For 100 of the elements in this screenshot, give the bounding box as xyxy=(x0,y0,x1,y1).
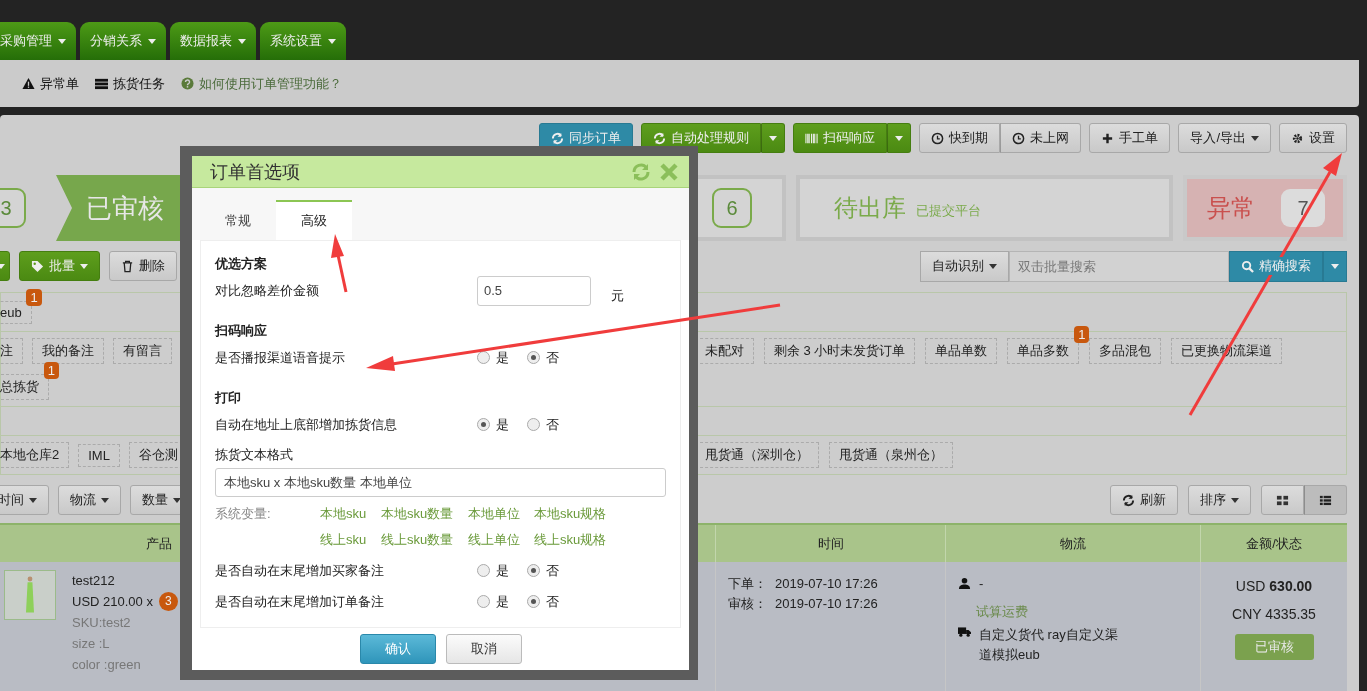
radio-option[interactable]: 否 xyxy=(527,592,559,611)
filter-tag[interactable]: 多品混包 xyxy=(1089,338,1162,364)
search-icon xyxy=(1241,259,1254,273)
radio-button[interactable] xyxy=(477,564,490,578)
variable-link[interactable]: 本地单位 xyxy=(468,505,534,524)
column-header: 金额/状态 xyxy=(1246,534,1302,553)
grid-icon xyxy=(1276,493,1289,507)
filter-tag[interactable]: 剩余 3 小时未发货订单 xyxy=(764,338,916,364)
column-header: 时间 xyxy=(817,534,844,553)
radio-button[interactable] xyxy=(477,595,490,609)
dialog-tab[interactable]: 常规 xyxy=(200,200,276,241)
filter-tag[interactable]: 本地仓库2 xyxy=(0,442,70,468)
subnav-link[interactable]: 异常单 xyxy=(22,74,79,93)
field-label: 是否播报渠道语音提示 xyxy=(215,348,346,367)
filter-tag[interactable]: 甩货通（泉州仓） xyxy=(829,442,953,468)
field-label: 自动在地址上底部增加拣货信息 xyxy=(215,415,398,434)
person-icon xyxy=(958,577,971,590)
radio-option[interactable]: 是 xyxy=(477,561,509,580)
product-sku: SKU:test2 xyxy=(72,614,132,632)
step-count: 3 xyxy=(0,188,26,228)
subnav-link[interactable]: 拣货任务 xyxy=(95,74,165,93)
section-heading: 打印 xyxy=(215,389,242,408)
quantity-badge: 3 xyxy=(158,592,178,611)
format-input[interactable]: 本地sku x 本地sku数量 本地单位 xyxy=(215,468,666,498)
field-label: 系统变量: xyxy=(215,505,272,524)
variable-link[interactable]: 本地sku数量 xyxy=(381,505,468,524)
dropdown-toggle[interactable] xyxy=(1323,250,1347,282)
caret-icon xyxy=(148,38,156,44)
variable-link[interactable]: 线上sku xyxy=(320,531,381,550)
radio-option[interactable]: 否 xyxy=(527,561,559,580)
dropdown-toggle[interactable] xyxy=(887,123,912,153)
step-subtitle: 已提交平台 xyxy=(916,202,981,220)
column-header: 物流 xyxy=(1060,534,1086,553)
list-view-button[interactable] xyxy=(1304,485,1347,515)
search-field[interactable]: 双击批量搜索 xyxy=(1009,250,1229,282)
variable-link[interactable]: 线上sku规格 xyxy=(534,531,607,550)
toolbar-button[interactable]: 快到期 xyxy=(919,123,1001,153)
amount-input[interactable]: 0.5 xyxy=(477,275,591,306)
radio-button[interactable] xyxy=(527,564,540,578)
search-button[interactable]: 精确搜索 xyxy=(1229,250,1323,282)
filter-tag[interactable]: 有留言 xyxy=(113,338,172,364)
tag-icon xyxy=(31,259,44,273)
subnav-link[interactable]: 如何使用订单管理功能？ xyxy=(181,74,342,93)
nav-tab[interactable]: 采购管理 xyxy=(0,22,76,60)
filter-tag[interactable]: 注 xyxy=(0,338,23,364)
sync-icon xyxy=(653,131,667,145)
step-count: 6 xyxy=(712,188,752,228)
radio-option[interactable]: 是 xyxy=(477,415,509,434)
field-label: 是否自动在末尾增加买家备注 xyxy=(215,561,385,580)
variable-link[interactable]: 线上sku数量 xyxy=(381,531,468,550)
search-mode-dropdown[interactable]: 自动识别 xyxy=(920,250,1009,282)
variable-link[interactable]: 本地sku xyxy=(320,505,381,524)
toolbar-button[interactable]: 未上网 xyxy=(1000,123,1082,153)
toolbar-button[interactable]: 导入/导出 xyxy=(1178,123,1271,153)
caret-icon xyxy=(328,38,336,44)
radio-option[interactable]: 否 xyxy=(527,348,559,367)
list-icon xyxy=(1319,493,1332,507)
buyer-name: - xyxy=(979,576,984,591)
radio-button[interactable] xyxy=(477,418,490,432)
refresh-button[interactable]: 刷新 xyxy=(1110,485,1178,515)
action-button[interactable]: 删除 xyxy=(109,251,177,281)
radio-button[interactable] xyxy=(527,351,540,365)
nav-tab[interactable]: 系统设置 xyxy=(260,22,346,60)
status-badge: 已审核 xyxy=(1234,634,1314,660)
section-heading: 扫码响应 xyxy=(215,322,268,341)
radio-button[interactable] xyxy=(527,418,540,432)
caret-icon xyxy=(58,38,66,44)
variable-link[interactable]: 线上单位 xyxy=(468,531,534,550)
clock-icon xyxy=(931,131,945,145)
section-heading: 优选方案 xyxy=(215,255,268,274)
nav-tab[interactable]: 数据报表 xyxy=(170,22,256,60)
sort-button[interactable]: 排序 xyxy=(1188,485,1251,515)
step-count: 7 xyxy=(1281,189,1325,227)
trash-icon xyxy=(121,259,134,273)
plus-icon xyxy=(1101,131,1115,145)
radio-button[interactable] xyxy=(527,595,540,609)
grid-view-button[interactable] xyxy=(1261,485,1304,515)
dialog-tab[interactable]: 高级 xyxy=(276,200,352,241)
nav-tab[interactable]: 分销关系 xyxy=(80,22,166,60)
count-badge: 1 xyxy=(43,362,59,379)
dropdown-toggle[interactable] xyxy=(761,123,786,153)
radio-option[interactable]: 否 xyxy=(527,415,559,434)
caret-icon xyxy=(238,38,246,44)
dialog-button[interactable]: 取消 xyxy=(445,634,522,665)
product-name: test212 xyxy=(72,572,116,590)
step-label: 异常 xyxy=(1207,193,1255,223)
clock-icon xyxy=(1012,131,1026,145)
radio-option[interactable]: 是 xyxy=(477,592,509,611)
barcode-icon xyxy=(805,131,819,145)
annotation-arrow xyxy=(331,234,348,293)
radio-option[interactable]: 是 xyxy=(477,348,509,367)
product-price: USD 210.00 x xyxy=(72,593,153,611)
toolbar-button[interactable]: 设置 xyxy=(1279,123,1347,153)
filter-tag[interactable]: 单品单数 xyxy=(925,338,998,364)
variable-link[interactable]: 本地sku规格 xyxy=(534,505,607,524)
toolbar-button[interactable]: 手工单 xyxy=(1089,123,1171,153)
filter-tag[interactable]: IML xyxy=(78,443,120,467)
alert-panel[interactable]: 异常 7 xyxy=(1183,175,1347,241)
sort-dropdown[interactable]: 物流 xyxy=(58,485,121,515)
radio-button[interactable] xyxy=(477,351,490,365)
